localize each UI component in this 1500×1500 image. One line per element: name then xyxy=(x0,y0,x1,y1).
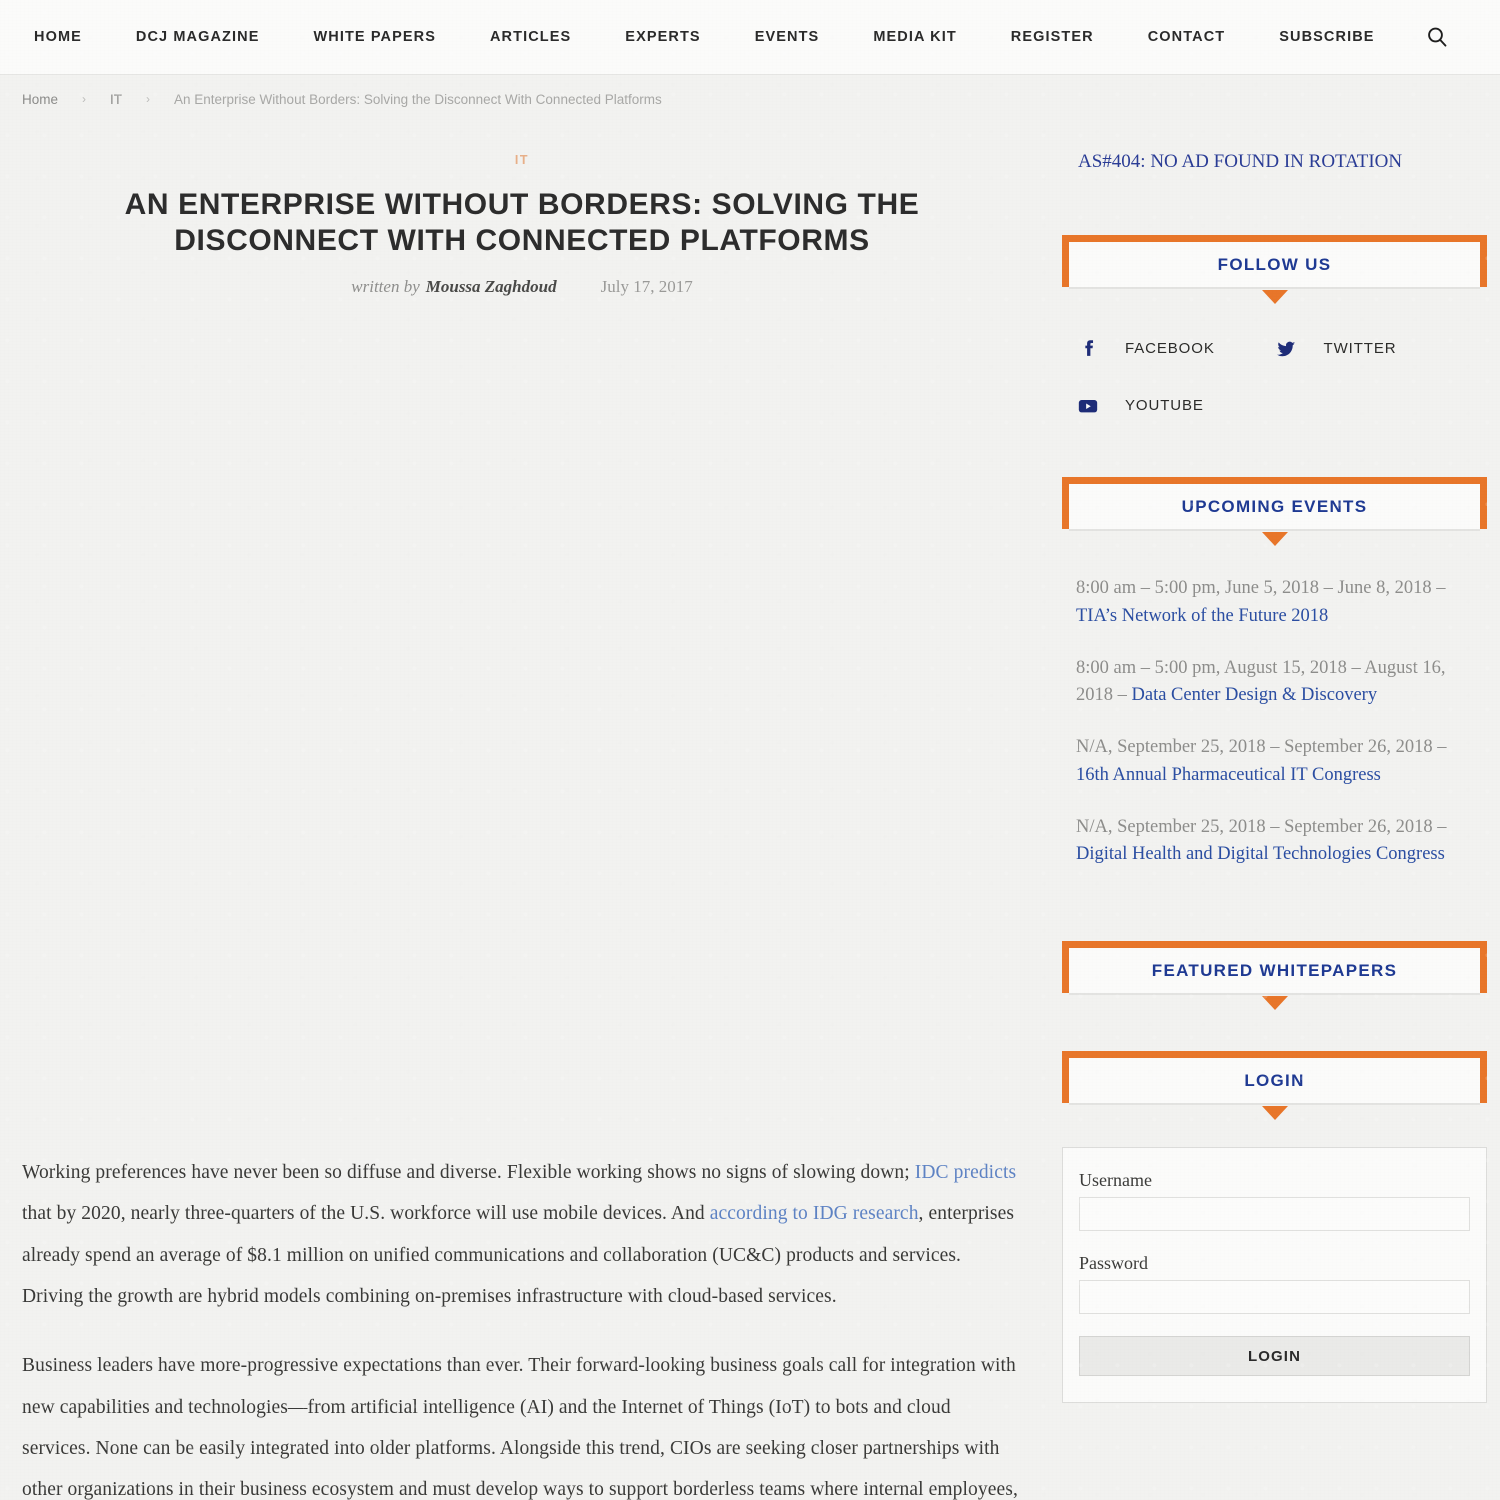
widget-title: LOGIN xyxy=(1244,1070,1305,1090)
nav-media-kit[interactable]: MEDIA KIT xyxy=(846,29,983,45)
widget-underline xyxy=(1069,1103,1480,1105)
events-list: 8:00 am – 5:00 pm, June 5, 2018 – June 8… xyxy=(1062,529,1487,869)
event-item: 8:00 am – 5:00 pm, June 5, 2018 – June 8… xyxy=(1076,578,1446,626)
username-label: Username xyxy=(1079,1170,1152,1190)
username-input[interactable] xyxy=(1079,1197,1470,1231)
page-title: AN ENTERPRISE WITHOUT BORDERS: SOLVING T… xyxy=(124,188,920,257)
breadcrumb-current-page: An Enterprise Without Borders: Solving t… xyxy=(174,91,662,107)
nav-experts[interactable]: EXPERTS xyxy=(598,29,727,45)
breadcrumb-home[interactable]: Home xyxy=(22,92,58,107)
breadcrumb-separator-icon: › xyxy=(146,92,151,106)
widget-title: UPCOMING EVENTS xyxy=(1181,496,1368,516)
article-header: IT AN ENTERPRISE WITHOUT BORDERS: SOLVIN… xyxy=(22,123,1022,297)
social-link-label: YOUTUBE xyxy=(1125,397,1204,414)
event-item: 8:00 am – 5:00 pm, August 15, 2018 – Aug… xyxy=(1076,657,1446,706)
event-link[interactable]: TIA’s Network of the Future 2018 xyxy=(1076,606,1328,626)
nav-contact[interactable]: CONTACT xyxy=(1121,29,1253,45)
event-link[interactable]: Digital Health and Digital Technologies … xyxy=(1076,844,1445,864)
article-featured-image-area xyxy=(22,297,1022,1152)
widget-underline xyxy=(1069,993,1480,995)
article-category-label[interactable]: IT xyxy=(515,153,529,167)
written-by-label: written by xyxy=(351,277,420,296)
nav-register[interactable]: REGISTER xyxy=(984,29,1121,45)
widget-header-login: LOGIN xyxy=(1062,1051,1487,1120)
twitter-icon xyxy=(1275,337,1298,360)
widget-header-featured-whitepapers: FEATURED WHITEPAPERS xyxy=(1062,941,1487,1010)
breadcrumb: Home › IT › An Enterprise Without Border… xyxy=(0,75,1500,123)
chevron-down-icon xyxy=(1261,1106,1288,1120)
sidebar: AS#404: NO AD FOUND IN ROTATION FOLLOW U… xyxy=(1062,123,1487,1500)
ad-rotation-notice[interactable]: AS#404: NO AD FOUND IN ROTATION xyxy=(1078,151,1487,173)
event-item: N/A, September 25, 2018 – September 26, … xyxy=(1076,816,1447,865)
social-link-youtube[interactable]: YOUTUBE xyxy=(1076,394,1275,417)
search-icon[interactable] xyxy=(1424,24,1450,50)
password-label: Password xyxy=(1079,1253,1149,1273)
page-layout: IT AN ENTERPRISE WITHOUT BORDERS: SOLVIN… xyxy=(0,123,1500,1500)
widget-featured-whitepapers: FEATURED WHITEPAPERS xyxy=(1062,941,1487,1010)
chevron-down-icon xyxy=(1261,532,1288,546)
login-button[interactable]: LOGIN xyxy=(1079,1336,1470,1376)
login-form: Username Password LOGIN xyxy=(1062,1147,1487,1403)
nav-subscribe[interactable]: SUBSCRIBE xyxy=(1252,29,1401,45)
nav-events[interactable]: EVENTS xyxy=(728,29,847,45)
widget-title: FEATURED WHITEPAPERS xyxy=(1151,960,1398,980)
breadcrumb-separator-icon: › xyxy=(82,92,87,106)
widget-header-follow-us: FOLLOW US xyxy=(1062,235,1487,304)
event-link[interactable]: 16th Annual Pharmaceutical IT Congress xyxy=(1076,765,1381,785)
article-paragraph: Business leaders have more-progressive e… xyxy=(22,1355,1018,1500)
social-link-label: TWITTER xyxy=(1323,340,1397,357)
event-item: N/A, September 25, 2018 – September 26, … xyxy=(1076,737,1447,785)
article-paragraph: Working preferences have never been so d… xyxy=(22,1162,1017,1307)
social-link-twitter[interactable]: TWITTER xyxy=(1275,337,1474,360)
password-input[interactable] xyxy=(1079,1280,1470,1314)
nav-home[interactable]: HOME xyxy=(22,29,109,45)
social-links-list: FACEBOOK TWITTER YOUTUBE xyxy=(1062,287,1487,417)
article-author[interactable]: Moussa Zaghdoud xyxy=(426,277,557,297)
chevron-down-icon xyxy=(1261,996,1288,1010)
article-column: IT AN ENTERPRISE WITHOUT BORDERS: SOLVIN… xyxy=(22,123,1022,1500)
widget-follow-us: FOLLOW US FACEBOOK TWITTER YOUTUBE xyxy=(1062,235,1487,417)
nav-white-papers[interactable]: WHITE PAPERS xyxy=(286,29,463,45)
youtube-icon xyxy=(1076,394,1099,417)
nav-dcj-magazine[interactable]: DCJ MAGAZINE xyxy=(109,29,287,45)
article-byline: written by Moussa Zaghdoud July 17, 2017 xyxy=(22,277,1022,297)
social-link-label: FACEBOOK xyxy=(1125,340,1215,357)
facebook-icon xyxy=(1076,337,1099,360)
nav-articles[interactable]: ARTICLES xyxy=(463,29,598,45)
article-body: Working preferences have never been so d… xyxy=(22,1152,1022,1500)
breadcrumb-category[interactable]: IT xyxy=(110,92,122,107)
event-link[interactable]: Data Center Design & Discovery xyxy=(1132,685,1378,705)
widget-title: FOLLOW US xyxy=(1217,254,1332,274)
article-inline-link[interactable]: according to IDG research xyxy=(710,1203,919,1224)
widget-underline xyxy=(1069,287,1480,289)
widget-underline xyxy=(1069,529,1480,531)
main-menu: HOME DCJ MAGAZINE WHITE PAPERS ARTICLES … xyxy=(22,29,1424,45)
chevron-down-icon xyxy=(1261,290,1288,304)
widget-login: LOGIN Username Password LOGIN xyxy=(1062,1051,1487,1403)
article-inline-link[interactable]: IDC predicts xyxy=(915,1162,1016,1183)
article-date: July 17, 2017 xyxy=(600,277,693,296)
widget-upcoming-events: UPCOMING EVENTS 8:00 am – 5:00 pm, June … xyxy=(1062,477,1487,869)
top-navigation-bar: HOME DCJ MAGAZINE WHITE PAPERS ARTICLES … xyxy=(0,0,1500,75)
widget-header-upcoming-events: UPCOMING EVENTS xyxy=(1062,477,1487,546)
social-link-facebook[interactable]: FACEBOOK xyxy=(1076,337,1275,360)
